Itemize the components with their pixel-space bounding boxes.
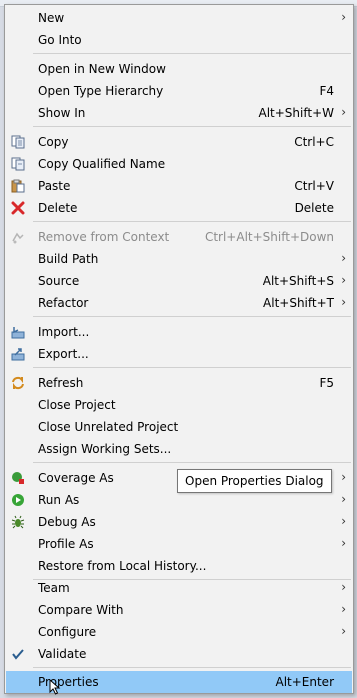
coverage-icon (10, 470, 26, 486)
menu-item-copy-qualified-name[interactable]: Copy Qualified Name (6, 153, 352, 175)
menu-item-shortcut: F4 (319, 84, 334, 98)
menu-separator (33, 126, 351, 127)
export-icon (10, 346, 26, 362)
menu-item-label: Run As (38, 493, 80, 507)
menu-item-shortcut: Alt+Enter (275, 675, 334, 689)
menu-item-refactor[interactable]: Refactor Alt+Shift+T › (6, 292, 352, 314)
import-icon (10, 324, 26, 340)
menu-item-label: New (38, 11, 65, 25)
refresh-icon (10, 375, 26, 391)
menu-item-label: Build Path (38, 252, 99, 266)
menu-item-refresh[interactable]: Refresh F5 (6, 372, 352, 394)
menu-item-label: Restore from Local History... (38, 559, 207, 573)
menu-item-label: Properties (38, 675, 99, 689)
menu-item-shortcut: Alt+Shift+W (258, 106, 335, 120)
menu-item-label: Close Project (38, 398, 116, 412)
properties-tooltip: Open Properties Dialog (177, 469, 332, 493)
submenu-arrow-icon: › (341, 105, 346, 119)
submenu-arrow-icon: › (341, 10, 346, 24)
menu-item-label: Remove from Context (38, 230, 170, 244)
debug-icon (10, 514, 26, 530)
menu-item-label: Compare With (38, 603, 124, 617)
menu-item-restore-from-local-history[interactable]: Restore from Local History... (6, 555, 352, 577)
menu-item-shortcut: Alt+Shift+T (263, 296, 334, 310)
menu-item-go-into[interactable]: Go Into (6, 29, 352, 51)
menu-item-build-path[interactable]: Build Path › (6, 248, 352, 270)
menu-item-label: Open Type Hierarchy (38, 84, 164, 98)
menu-item-label: Export... (38, 347, 89, 361)
menu-item-label: Refactor (38, 296, 89, 310)
menu-item-label: Team (38, 581, 70, 595)
delete-icon (10, 200, 26, 216)
submenu-arrow-icon: › (341, 624, 346, 638)
submenu-arrow-icon: › (341, 602, 346, 616)
submenu-arrow-icon: › (341, 514, 346, 528)
menu-item-label: Debug As (38, 515, 96, 529)
menu-item-validate[interactable]: Validate (6, 643, 352, 665)
menu-separator (33, 462, 351, 463)
submenu-arrow-icon: › (341, 492, 346, 506)
menu-item-close-project[interactable]: Close Project (6, 394, 352, 416)
copy-qualified-name-icon (10, 156, 26, 172)
menu-item-profile-as[interactable]: Profile As › (6, 533, 352, 555)
menu-item-label: Configure (38, 625, 97, 639)
menu-item-shortcut: Ctrl+V (294, 179, 334, 193)
project-context-menu: New › Go Into Open in New Window Open Ty… (4, 4, 354, 694)
menu-item-import[interactable]: Import... (6, 321, 352, 343)
menu-item-label: Profile As (38, 537, 94, 551)
menu-item-label: Assign Working Sets... (38, 442, 172, 456)
submenu-arrow-icon: › (341, 273, 346, 287)
menu-item-show-in[interactable]: Show In Alt+Shift+W › (6, 102, 352, 124)
remove-context-icon (10, 229, 26, 245)
menu-item-label: Refresh (38, 376, 84, 390)
paste-icon (10, 178, 26, 194)
menu-separator (33, 316, 351, 317)
submenu-arrow-icon: › (341, 251, 346, 265)
menu-item-export[interactable]: Export... (6, 343, 352, 365)
menu-separator (33, 221, 351, 222)
menu-item-label: Validate (38, 647, 87, 661)
run-icon (10, 492, 26, 508)
checkmark-icon (10, 646, 26, 662)
submenu-arrow-icon: › (341, 295, 346, 309)
menu-item-label: Copy (38, 135, 69, 149)
menu-item-delete[interactable]: Delete Delete (6, 197, 352, 219)
menu-item-shortcut: Alt+Shift+S (262, 274, 334, 288)
menu-item-label: Delete (38, 201, 78, 215)
menu-item-shortcut: Delete (294, 201, 334, 215)
menu-item-paste[interactable]: Paste Ctrl+V (6, 175, 352, 197)
menu-item-compare-with[interactable]: Compare With › (6, 599, 352, 621)
menu-item-label: Close Unrelated Project (38, 420, 179, 434)
menu-separator (33, 667, 351, 668)
menu-item-shortcut: Ctrl+C (294, 135, 334, 149)
submenu-arrow-icon: › (341, 470, 346, 484)
menu-separator (33, 367, 351, 368)
menu-item-source[interactable]: Source Alt+Shift+S › (6, 270, 352, 292)
menu-item-open-type-hierarchy[interactable]: Open Type Hierarchy F4 (6, 80, 352, 102)
mouse-pointer-icon (49, 678, 61, 698)
menu-item-team[interactable]: Team › (6, 577, 352, 599)
menu-item-configure[interactable]: Configure › (6, 621, 352, 643)
submenu-arrow-icon: › (341, 536, 346, 550)
menu-item-assign-working-sets[interactable]: Assign Working Sets... (6, 438, 352, 460)
menu-item-label: Open in New Window (38, 62, 166, 76)
menu-item-label: Paste (38, 179, 71, 193)
menu-item-close-unrelated-project[interactable]: Close Unrelated Project (6, 416, 352, 438)
menu-item-copy[interactable]: Copy Ctrl+C (6, 131, 352, 153)
menu-item-label: Show In (38, 106, 86, 120)
menu-item-label: Import... (38, 325, 90, 339)
menu-item-remove-from-context: Remove from Context Ctrl+Alt+Shift+Down (6, 226, 352, 248)
copy-icon (10, 134, 26, 150)
submenu-arrow-icon: › (341, 580, 346, 594)
menu-item-label: Source (38, 274, 80, 288)
menu-item-new[interactable]: New › (6, 7, 352, 29)
menu-item-open-in-new-window[interactable]: Open in New Window (6, 58, 352, 80)
menu-separator (33, 53, 351, 54)
menu-item-label: Coverage As (38, 471, 114, 485)
menu-item-debug-as[interactable]: Debug As › (6, 511, 352, 533)
menu-item-label: Copy Qualified Name (38, 157, 166, 171)
menu-item-label: Go Into (38, 33, 82, 47)
menu-item-shortcut: Ctrl+Alt+Shift+Down (204, 230, 334, 244)
menu-item-shortcut: F5 (319, 376, 334, 390)
